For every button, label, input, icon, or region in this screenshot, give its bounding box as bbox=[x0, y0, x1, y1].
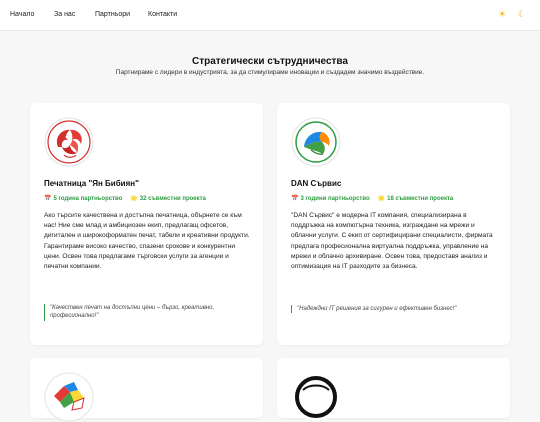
top-navbar: Начало За нас Партньори Контакти ☀ ☾ bbox=[0, 0, 540, 31]
calendar-icon: 📅 bbox=[44, 196, 52, 202]
dan-service-logo bbox=[291, 117, 341, 167]
partner-card: Печатница "Ян Бибиян" 📅 5 година партньор… bbox=[30, 103, 263, 345]
partner-stats: 📅 3 години партньорство 🌟 18 съвместни прое… bbox=[291, 195, 453, 202]
page-subtitle: Партнираме с лидери в индустрията, за да… bbox=[115, 69, 425, 76]
phoenix-logo bbox=[44, 117, 94, 167]
partnership-years: 5 година партньорство bbox=[53, 196, 123, 202]
partner-description: "DAN Сървис" е модерна IT компания, спец… bbox=[291, 212, 493, 271]
nav-link-home[interactable]: Начало bbox=[10, 11, 34, 18]
joint-projects: 18 съвместни проекта bbox=[387, 196, 454, 202]
calendar-icon: 📅 bbox=[291, 196, 299, 202]
partnership-years: 3 години партньорство bbox=[300, 196, 370, 202]
partner-card: DAN Сървис 📅 3 години партньорство 🌟 18 съв… bbox=[277, 103, 510, 345]
nav-link-contacts[interactable]: Контакти bbox=[148, 11, 177, 18]
sun-icon[interactable]: ☀ bbox=[498, 9, 506, 20]
partner-quote: "Качествен печат на достъпни цени – бърз… bbox=[44, 304, 250, 321]
partner-name: Печатница "Ян Бибиян" bbox=[44, 179, 139, 188]
nav-link-about[interactable]: За нас bbox=[54, 11, 75, 18]
partner-name: DAN Сървис bbox=[291, 179, 342, 188]
joint-projects: 32 съвместни проекта bbox=[139, 196, 206, 202]
partner-stats: 📅 5 година партньорство 🌟 32 съвместни прое… bbox=[44, 195, 206, 202]
partner-quote: "Надеждни IT решения за сигурен и ефекти… bbox=[291, 305, 497, 314]
star-icon: 🌟 bbox=[130, 196, 138, 202]
partner-description: Ако търсите качествена и достъпна печатн… bbox=[44, 212, 250, 271]
page-title: Стратегически сътрудничества bbox=[191, 56, 348, 67]
nav-link-partners[interactable]: Партньори bbox=[95, 11, 130, 18]
partner-card bbox=[277, 358, 510, 421]
black-ring-logo bbox=[291, 372, 341, 422]
star-icon: 🌟 bbox=[377, 196, 386, 202]
partner-card bbox=[30, 358, 263, 422]
moon-icon[interactable]: ☾ bbox=[518, 9, 526, 20]
flags-globe-logo bbox=[44, 372, 94, 422]
